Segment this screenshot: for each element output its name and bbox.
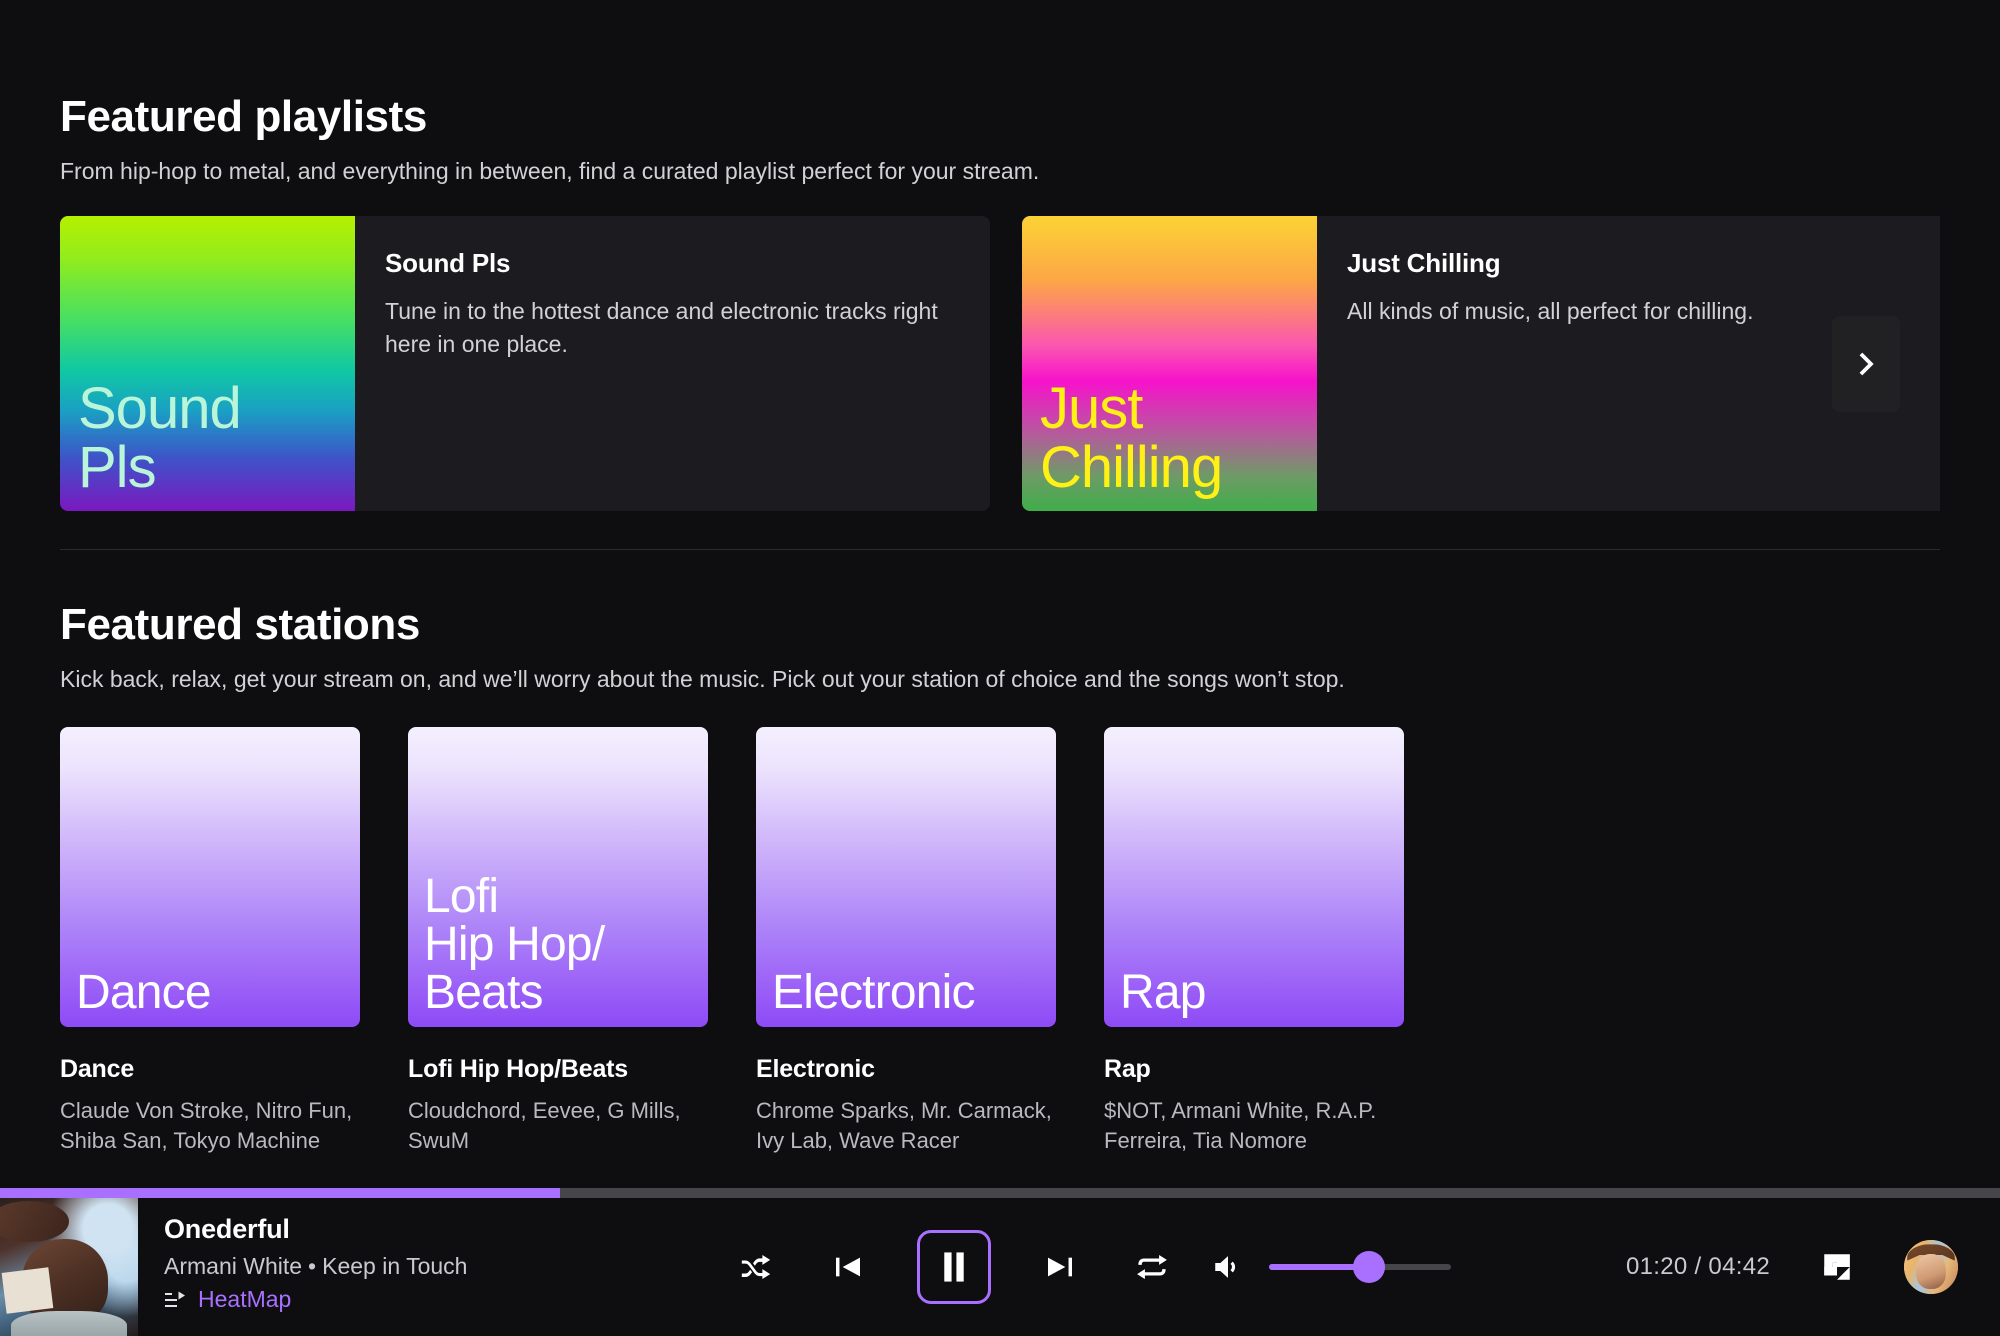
playback-progress-bar[interactable] — [0, 1188, 2000, 1198]
station-artists: Chrome Sparks, Mr. Carmack, Ivy Lab, Wav… — [756, 1097, 1052, 1153]
playlist-art[interactable]: Sound Pls — [60, 216, 355, 512]
page-title: Featured playlists — [60, 92, 427, 141]
volume-group — [1205, 1244, 1451, 1290]
stations-title: Featured stations — [60, 600, 420, 650]
track-meta: Onederful Armani White • Keep in Touch Hea… — [138, 1198, 598, 1336]
mini-player-button[interactable] — [1814, 1244, 1860, 1290]
station-card[interactable]: Electronic Electronic Chrome Sparks, Mr. C… — [756, 726, 1056, 1155]
station-art[interactable]: Electronic — [756, 726, 1056, 1027]
station-name: Rap — [1104, 1054, 1151, 1083]
station-artists: $NOT, Armani White, R.A.P. Ferreira, Tia… — [1104, 1097, 1377, 1153]
playback-progress-fill — [0, 1188, 560, 1198]
stations-subtitle: Kick back, relax, get your stream on, an… — [60, 666, 1345, 693]
station-name: Dance — [60, 1054, 135, 1083]
shuffle-icon — [741, 1254, 771, 1280]
featured-playlists-section: Featured playlists From hip-hop to metal… — [0, 0, 2000, 512]
playlist-art-text: Just Chilling — [1040, 376, 1223, 501]
station-art-text: Rap — [1120, 965, 1206, 1019]
volume-slider-knob[interactable] — [1353, 1251, 1386, 1283]
track-artist: Armani White — [164, 1253, 303, 1279]
playlist-name: Sound Pls — [385, 248, 511, 279]
music-page: Featured playlists From hip-hop to metal… — [0, 0, 2000, 1336]
repeat-button[interactable] — [1129, 1244, 1175, 1290]
album-art — [0, 1198, 138, 1336]
volume-slider[interactable] — [1268, 1251, 1451, 1283]
playlist-description: Tune in to the hottest dance and electro… — [385, 298, 938, 358]
chevron-right-icon — [1859, 352, 1874, 376]
playlists-carousel-wrap: Sound Pls Sound Pls Tune in to the hottest… — [60, 216, 1940, 512]
station-art-text: Dance — [76, 965, 212, 1019]
featured-stations-section: Featured stations Kick back, relax, get … — [0, 550, 2000, 1155]
avatar[interactable] — [1904, 1240, 1958, 1294]
player-bar: Onederful Armani White • Keep in Touch Hea… — [0, 1188, 2000, 1336]
mini-player-icon — [1824, 1254, 1850, 1280]
playlists-subtitle: From hip-hop to metal, and everything in… — [60, 157, 1040, 184]
previous-icon — [835, 1257, 860, 1277]
player-body: Onederful Armani White • Keep in Touch Hea… — [0, 1198, 2000, 1336]
player-right-group: 01:20 / 04:42 — [1626, 1240, 2000, 1294]
station-name: Lofi Hip Hop/Beats — [408, 1054, 629, 1083]
station-name: Electronic — [756, 1054, 875, 1083]
station-card[interactable]: Dance Dance Claude Von Stroke, Nitro Fun, … — [60, 726, 360, 1155]
playlist-art[interactable]: Just Chilling — [1022, 216, 1317, 512]
track-album: Keep in Touch — [322, 1253, 468, 1279]
time-display: 01:20 / 04:42 — [1625, 1253, 1770, 1280]
volume-button[interactable] — [1205, 1244, 1251, 1290]
playlist-name: Just Chilling — [1347, 248, 1501, 279]
player-controls — [558, 1230, 1626, 1304]
station-art[interactable]: Rap — [1104, 726, 1404, 1027]
station-art-text: Electronic — [772, 965, 976, 1019]
playlists-carousel[interactable]: Sound Pls Sound Pls Tune in to the hottest… — [60, 216, 1940, 512]
playlist-card[interactable]: Just Chilling Just Chilling All kinds of m… — [1022, 216, 1940, 512]
volume-icon — [1215, 1256, 1236, 1278]
track-source[interactable]: HeatMap — [164, 1286, 598, 1313]
playlist-card[interactable]: Sound Pls Sound Pls Tune in to the hottest… — [60, 216, 990, 512]
previous-track-button[interactable] — [825, 1244, 871, 1290]
station-art[interactable]: Lofi Hip Hop/ Beats — [408, 726, 708, 1027]
pause-icon — [944, 1252, 964, 1282]
track-title: Onederful — [164, 1214, 290, 1244]
playlist-icon — [165, 1291, 185, 1307]
station-art-text: Lofi Hip Hop/ Beats — [424, 869, 605, 1019]
carousel-next-button[interactable] — [1832, 315, 1900, 412]
next-track-button[interactable] — [1037, 1244, 1083, 1290]
station-artists: Claude Von Stroke, Nitro Fun, Shiba San,… — [60, 1097, 353, 1153]
separator-dot: • — [308, 1253, 317, 1279]
playlist-info: Sound Pls Tune in to the hottest dance an… — [355, 216, 990, 511]
shuffle-button[interactable] — [733, 1244, 779, 1290]
track-artist-album: Armani White • Keep in Touch — [164, 1253, 598, 1280]
station-artists: Cloudchord, Eevee, G Mills, SwuM — [408, 1097, 681, 1153]
station-card[interactable]: Lofi Hip Hop/ Beats Lofi Hip Hop/Beats Clo… — [408, 726, 708, 1155]
now-playing: Onederful Armani White • Keep in Touch Hea… — [0, 1198, 598, 1336]
play-pause-button[interactable] — [916, 1230, 991, 1304]
stations-grid: Dance Dance Claude Von Stroke, Nitro Fun, … — [60, 726, 1940, 1155]
repeat-icon — [1137, 1254, 1167, 1280]
station-card[interactable]: Rap Rap $NOT, Armani White, R.A.P. Ferreir… — [1104, 726, 1404, 1155]
track-source-label[interactable]: HeatMap — [198, 1286, 291, 1313]
playlist-art-text: Sound Pls — [78, 376, 242, 501]
next-icon — [1047, 1257, 1072, 1277]
station-art[interactable]: Dance — [60, 726, 360, 1027]
